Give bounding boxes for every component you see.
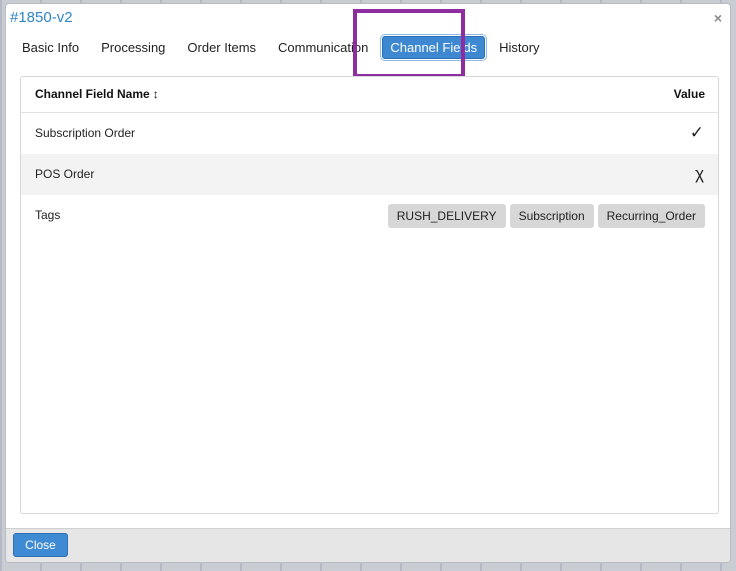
tag-badge[interactable]: Subscription <box>509 204 594 228</box>
column-header-value: Value <box>673 87 705 101</box>
close-button[interactable]: Close <box>13 533 68 557</box>
check-icon: ✓ <box>689 123 704 142</box>
tag-badge[interactable]: RUSH_DELIVERY <box>387 204 506 228</box>
tab-communication[interactable]: Communication <box>270 36 376 59</box>
row-label: Subscription Order <box>35 126 136 140</box>
tag-badge[interactable]: Recurring_Order <box>597 204 705 228</box>
modal-title: #1850-v2 <box>10 9 73 26</box>
tab-basic-info[interactable]: Basic Info <box>14 36 87 59</box>
column-header-name[interactable]: Channel Field Name ↕ <box>35 87 159 101</box>
tab-order-items[interactable]: Order Items <box>179 36 264 59</box>
order-modal: #1850-v2 × Basic Info Processing Order I… <box>5 3 731 563</box>
row-label: Tags <box>35 208 61 222</box>
channel-fields-table: Channel Field Name ↕ Value Subscription O… <box>20 76 719 514</box>
tag-list: RUSH_DELIVERY Subscription Recurring_Ord… <box>384 204 705 228</box>
sort-icon: ↕ <box>152 87 159 101</box>
cross-icon: χ <box>695 164 704 183</box>
table-header: Channel Field Name ↕ Value <box>21 77 718 113</box>
tab-bar: Basic Info Processing Order Items Commun… <box>14 33 554 61</box>
table-row: POS Order χ <box>21 154 718 195</box>
close-icon[interactable]: × <box>714 10 722 26</box>
tab-processing[interactable]: Processing <box>93 36 173 59</box>
column-header-name-label: Channel Field Name <box>35 87 150 101</box>
tab-history[interactable]: History <box>491 36 547 59</box>
tab-channel-fields[interactable]: Channel Fields <box>382 35 486 59</box>
table-row: Tags RUSH_DELIVERY Subscription Recurrin… <box>21 195 718 236</box>
modal-footer: Close <box>6 528 730 562</box>
table-row: Subscription Order ✓ <box>21 113 718 154</box>
row-label: POS Order <box>35 167 95 181</box>
